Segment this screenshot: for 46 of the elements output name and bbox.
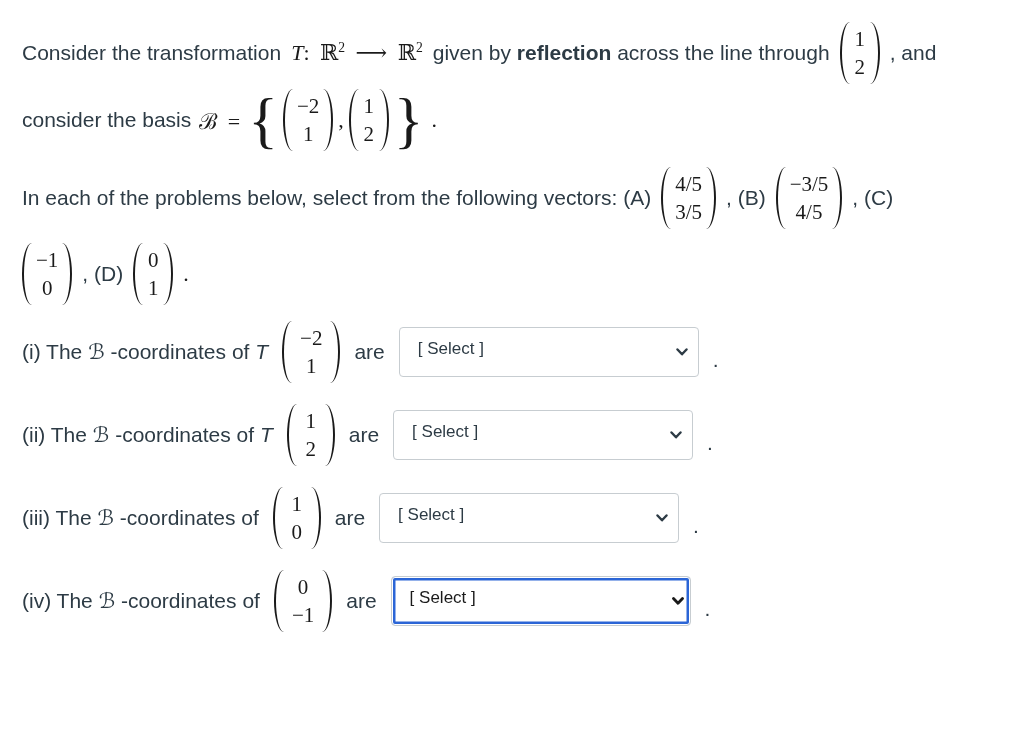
body-text: In each of the problems below, select from the following vectors: (A) bbox=[22, 186, 652, 210]
body-text: (i) The ℬ -coordinates of T bbox=[22, 340, 269, 364]
column-vector: 0 −1 bbox=[273, 570, 333, 632]
math-expression: . bbox=[183, 261, 189, 287]
open-brace: { bbox=[248, 87, 278, 153]
body-text: (ii) The ℬ -coordinates of T bbox=[22, 423, 273, 447]
body-text: Consider the transformation bbox=[22, 41, 282, 65]
body-text: , and bbox=[889, 41, 937, 65]
select-dropdown[interactable]: [ Select ] bbox=[398, 327, 699, 377]
math-expression: , bbox=[338, 107, 344, 133]
column-vector: −1 0 bbox=[22, 243, 73, 305]
body-text: , (D) bbox=[82, 262, 124, 286]
period-text: . bbox=[704, 598, 711, 620]
column-vector: 4/5 3/5 bbox=[661, 167, 716, 229]
math-expression: . bbox=[431, 107, 438, 133]
period-text: . bbox=[707, 432, 713, 454]
math-expression: T: ℝ$^{2}$ ⟶ ℝ$^{2}$ bbox=[291, 40, 423, 66]
body-text: are bbox=[334, 506, 366, 530]
select-dropdown[interactable]: [ Select ] bbox=[393, 410, 694, 460]
select-dropdown[interactable]: [ Select ] bbox=[379, 493, 680, 543]
select-dropdown[interactable]: [ Select ] bbox=[390, 576, 691, 626]
column-vector: 1 2 bbox=[348, 89, 389, 151]
chevron-down-icon bbox=[671, 597, 684, 605]
period-text: . bbox=[693, 515, 699, 537]
body-text: (iii) The ℬ -coordinates of bbox=[22, 506, 259, 530]
column-vector: 1 0 bbox=[272, 487, 321, 549]
chevron-down-icon bbox=[670, 431, 683, 439]
column-vector: −3/5 4/5 bbox=[775, 167, 843, 229]
column-vector: 0 1 bbox=[133, 243, 174, 305]
body-text: , (B) bbox=[726, 186, 766, 210]
chevron-down-icon bbox=[675, 348, 688, 356]
body-text: (iv) The ℬ -coordinates of bbox=[22, 589, 260, 613]
chevron-down-icon bbox=[656, 514, 669, 522]
body-text: are bbox=[354, 340, 385, 364]
body-text: are bbox=[348, 423, 380, 447]
body-text: given by reflection across the line through bbox=[432, 41, 830, 65]
column-vector: −2 1 bbox=[282, 89, 334, 151]
body-text: consider the basis bbox=[22, 108, 192, 132]
column-vector: 1 2 bbox=[286, 404, 335, 466]
math-expression: ℬ = bbox=[199, 108, 241, 135]
body-text: are bbox=[346, 589, 377, 613]
column-vector: 1 2 bbox=[839, 22, 880, 84]
column-vector: −2 1 bbox=[282, 321, 341, 383]
close-brace: } bbox=[393, 87, 424, 153]
body-text: , (C) bbox=[852, 186, 894, 210]
period-text: . bbox=[712, 349, 719, 371]
